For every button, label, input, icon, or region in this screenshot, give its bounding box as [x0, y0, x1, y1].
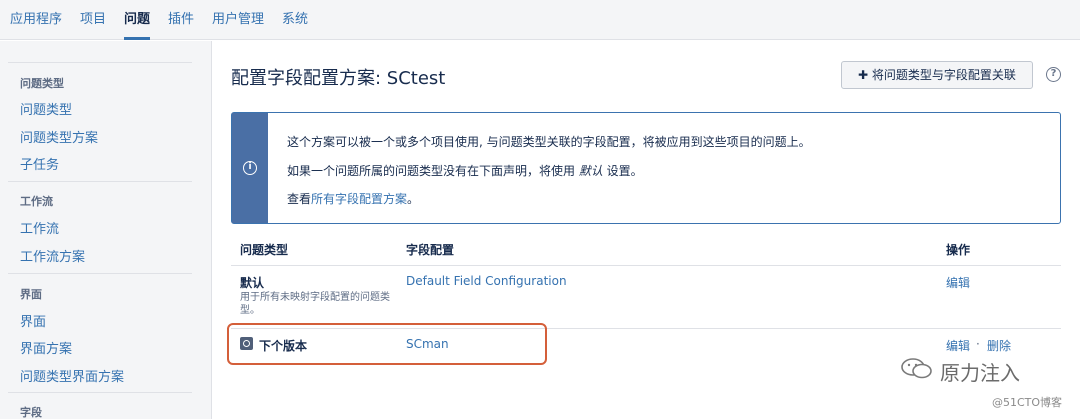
sidebar-section-workflows: 工作流: [20, 195, 53, 208]
sidebar-divider: [8, 273, 192, 274]
sidebar-item-issue-type-screen-schemes[interactable]: 问题类型界面方案: [20, 366, 124, 385]
sidebar-item-issue-types[interactable]: 问题类型: [20, 99, 72, 118]
row-default-issue-type: 默认: [240, 276, 265, 290]
tab-system[interactable]: 系统: [282, 0, 308, 40]
highlight-annotation: [227, 323, 547, 365]
wechat-logo-icon: [901, 358, 932, 379]
column-header-actions: 操作: [946, 243, 971, 257]
info-bar: i: [232, 113, 268, 223]
sidebar-section-issue-types: 问题类型: [20, 77, 64, 90]
delete-next-version-link[interactable]: 删除: [987, 337, 1011, 354]
plus-icon: ✚: [858, 68, 872, 82]
sidebar-section-screens: 界面: [20, 288, 42, 301]
default-emphasis: 默认: [578, 164, 603, 178]
sidebar-item-subtasks[interactable]: 子任务: [20, 154, 59, 173]
top-nav: 应用程序 项目 问题 插件 用户管理 系统: [0, 0, 1080, 40]
help-icon[interactable]: ?: [1046, 67, 1061, 82]
watermark-small-text: @51CTO博客: [992, 396, 1063, 409]
row-default-description: 用于所有未映射字段配置的问题类型。: [240, 292, 390, 316]
sidebar-item-workflows[interactable]: 工作流: [20, 218, 59, 237]
sidebar-divider: [8, 392, 192, 393]
edit-next-version-link[interactable]: 编辑: [946, 337, 970, 354]
info-line-3: 查看所有字段配置方案。: [287, 190, 419, 207]
info-line-2-end: 设置。: [602, 164, 643, 178]
info-line-2-text: 如果一个问题所属的问题类型没有在下面声明，将使用: [287, 164, 579, 178]
tab-apps[interactable]: 应用程序: [10, 0, 62, 40]
associate-issue-type-button[interactable]: ✚ 将问题类型与字段配置关联: [841, 61, 1033, 89]
tab-addons[interactable]: 插件: [168, 0, 194, 40]
tab-projects[interactable]: 项目: [80, 0, 106, 40]
sidebar-divider: [8, 181, 192, 182]
sidebar-item-issue-type-schemes[interactable]: 问题类型方案: [20, 127, 98, 146]
sidebar-section-fields: 字段: [20, 406, 42, 419]
column-header-issue-type: 问题类型: [240, 243, 289, 257]
tab-user-management[interactable]: 用户管理: [212, 0, 264, 40]
sidebar: 问题类型 问题类型 问题类型方案 子任务 工作流 工作流 工作流方案 界面 界面…: [0, 41, 212, 419]
info-line-3-text: 查看: [287, 192, 312, 206]
all-field-config-schemes-link[interactable]: 所有字段配置方案: [311, 192, 407, 206]
tab-issues[interactable]: 问题: [124, 0, 151, 40]
sidebar-divider: [8, 62, 192, 63]
watermark-text: 原力注入: [940, 361, 1020, 385]
header-divider: [231, 265, 1061, 266]
info-line-2: 如果一个问题所属的问题类型没有在下面声明，将使用 默认 设置。: [287, 162, 643, 179]
sidebar-item-screens[interactable]: 界面: [20, 311, 46, 330]
info-message: i 这个方案可以被一个或多个项目使用, 与问题类型关联的字段配置，将被应用到这些…: [231, 112, 1061, 224]
info-line-1: 这个方案可以被一个或多个项目使用, 与问题类型关联的字段配置，将被应用到这些项目…: [287, 135, 811, 149]
edit-default-link[interactable]: 编辑: [946, 274, 970, 291]
page-title: 配置字段配置方案: SCtest: [231, 68, 446, 89]
sidebar-item-workflow-schemes[interactable]: 工作流方案: [20, 246, 85, 265]
column-header-field-config: 字段配置: [406, 243, 455, 257]
default-field-configuration-link[interactable]: Default Field Configuration: [406, 274, 567, 288]
associate-issue-type-label: 将问题类型与字段配置关联: [871, 68, 1016, 82]
action-separator: ·: [976, 337, 980, 351]
info-line-3-end: 。: [407, 192, 420, 206]
info-icon: i: [243, 161, 257, 175]
sidebar-item-screen-schemes[interactable]: 界面方案: [20, 338, 72, 357]
